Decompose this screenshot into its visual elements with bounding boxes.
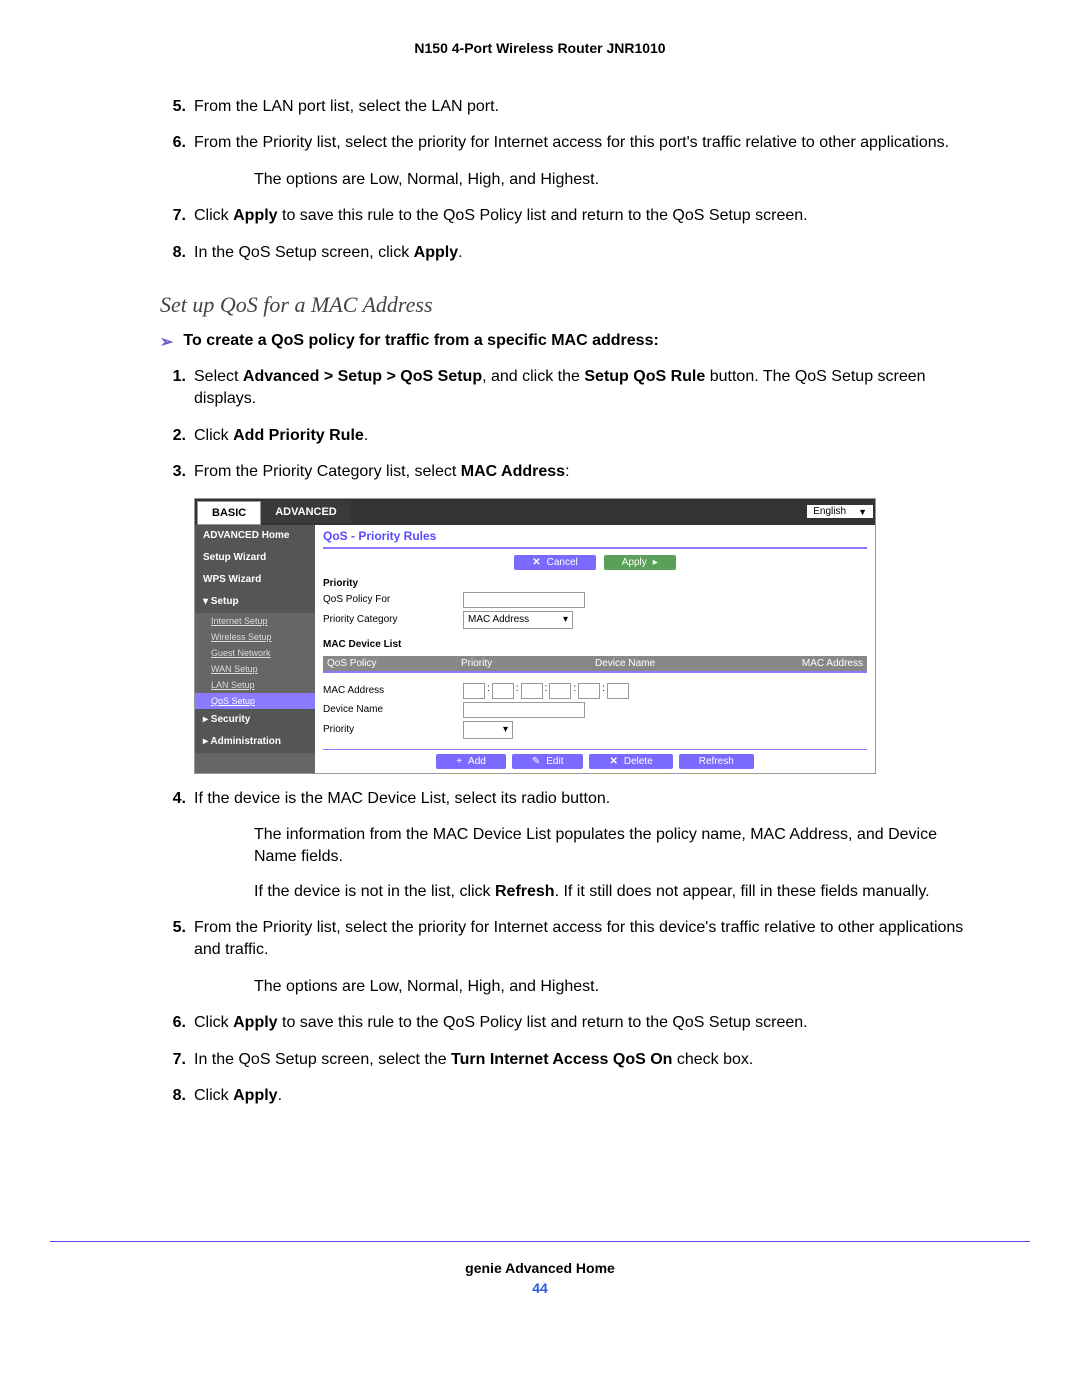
plus-icon: + [456, 756, 462, 767]
procedure-lead: ➢To create a QoS policy for traffic from… [160, 332, 980, 352]
page-header: N150 4-Port Wireless Router JNR1010 [100, 40, 980, 56]
policy-for-label: QoS Policy For [323, 594, 463, 605]
router-screenshot: BASIC ADVANCED English▼ ADVANCED Home Se… [194, 498, 876, 774]
arrow-icon: ▸ [653, 557, 658, 568]
priority-label: Priority [323, 724, 463, 735]
step-b3: 3.From the Priority Category list, selec… [160, 461, 980, 483]
action-buttons: ✕Cancel Apply▸ [323, 555, 867, 570]
step-list-a: 5.From the LAN port list, select the LAN… [160, 96, 980, 264]
page-number: 44 [50, 1280, 1030, 1296]
sidebar-internet-setup[interactable]: Internet Setup [195, 613, 315, 629]
step-b2: 2.Click Add Priority Rule. [160, 425, 980, 447]
sidebar-security[interactable]: ▸ Security [195, 709, 315, 731]
step-6: 6.From the Priority list, select the pri… [160, 132, 980, 154]
step-list-c: 4.If the device is the MAC Device List, … [160, 788, 980, 1108]
tab-basic[interactable]: BASIC [197, 501, 261, 525]
pencil-icon: ✎ [532, 756, 540, 767]
sidebar-lan-setup[interactable]: LAN Setup [195, 677, 315, 693]
tab-advanced[interactable]: ADVANCED [261, 501, 351, 523]
footer-title: genie Advanced Home [50, 1260, 1030, 1276]
step-c5a: The options are Low, Normal, High, and H… [254, 976, 980, 998]
step-6-note: The options are Low, Normal, High, and H… [254, 169, 980, 191]
step-8: 8.In the QoS Setup screen, click Apply. [160, 242, 980, 264]
sidebar-adv-home[interactable]: ADVANCED Home [195, 525, 315, 547]
refresh-button[interactable]: Refresh [679, 754, 754, 769]
cancel-button[interactable]: ✕Cancel [514, 555, 596, 570]
main-panel: QoS - Priority Rules ✕Cancel Apply▸ Prio… [315, 525, 875, 773]
step-b1: 1.Select Advanced > Setup > QoS Setup, a… [160, 366, 980, 411]
chevron-down-icon: ▾ [563, 614, 568, 625]
apply-button[interactable]: Apply▸ [604, 555, 676, 570]
close-icon: ✕ [532, 557, 540, 568]
step-c4a: The information from the MAC Device List… [254, 824, 980, 869]
priority-form: Priority QoS Policy For Priority Categor… [323, 578, 867, 769]
device-name-input[interactable] [463, 702, 585, 718]
step-c4: 4.If the device is the MAC Device List, … [160, 788, 980, 810]
add-button[interactable]: +Add [436, 754, 506, 769]
step-7: 7.Click Apply to save this rule to the Q… [160, 205, 980, 227]
list-buttons: +Add ✎Edit ✕Delete Refresh [323, 749, 867, 769]
panel-title: QoS - Priority Rules [323, 529, 867, 543]
step-c7: 7.In the QoS Setup screen, select the Tu… [160, 1049, 980, 1071]
sidebar: ADVANCED Home Setup Wizard WPS Wizard ▾ … [195, 525, 315, 773]
step-c8: 8.Click Apply. [160, 1085, 980, 1107]
priority-category-label: Priority Category [323, 614, 463, 625]
mac-address-input[interactable]: : : : : : [463, 683, 629, 699]
chevron-down-icon: ▼ [858, 507, 867, 517]
device-name-label: Device Name [323, 704, 463, 715]
language-select[interactable]: English▼ [807, 505, 873, 518]
page-footer: genie Advanced Home 44 [50, 1241, 1030, 1296]
table-header: QoS Policy Priority Device Name MAC Addr… [323, 656, 867, 671]
policy-for-input[interactable] [463, 592, 585, 608]
sidebar-guest-network[interactable]: Guest Network [195, 645, 315, 661]
mac-device-list-title: MAC Device List [323, 639, 867, 650]
step-c5: 5.From the Priority list, select the pri… [160, 917, 980, 962]
sidebar-setup-wizard[interactable]: Setup Wizard [195, 547, 315, 569]
delete-button[interactable]: ✕Delete [589, 754, 672, 769]
sidebar-qos-setup[interactable]: QoS Setup [195, 693, 315, 709]
close-icon: ✕ [609, 756, 617, 767]
priority-select[interactable]: ▾ [463, 721, 513, 739]
section-heading: Set up QoS for a MAC Address [160, 292, 980, 318]
triangle-icon: ➢ [160, 332, 173, 352]
tab-bar: BASIC ADVANCED English▼ [195, 499, 875, 525]
sidebar-administration[interactable]: ▸ Administration [195, 731, 315, 753]
step-c6: 6.Click Apply to save this rule to the Q… [160, 1012, 980, 1034]
step-5: 5.From the LAN port list, select the LAN… [160, 96, 980, 118]
sidebar-wireless-setup[interactable]: Wireless Setup [195, 629, 315, 645]
sidebar-wps-wizard[interactable]: WPS Wizard [195, 569, 315, 591]
sidebar-wan-setup[interactable]: WAN Setup [195, 661, 315, 677]
sidebar-setup[interactable]: ▾ Setup [195, 591, 315, 613]
edit-button[interactable]: ✎Edit [512, 754, 584, 769]
priority-category-select[interactable]: MAC Address▾ [463, 611, 573, 629]
mac-address-label: MAC Address [323, 685, 463, 696]
priority-heading: Priority [323, 578, 867, 589]
chevron-down-icon: ▾ [503, 724, 508, 735]
step-c4b: If the device is not in the list, click … [254, 881, 980, 903]
step-list-b: 1.Select Advanced > Setup > QoS Setup, a… [160, 366, 980, 484]
